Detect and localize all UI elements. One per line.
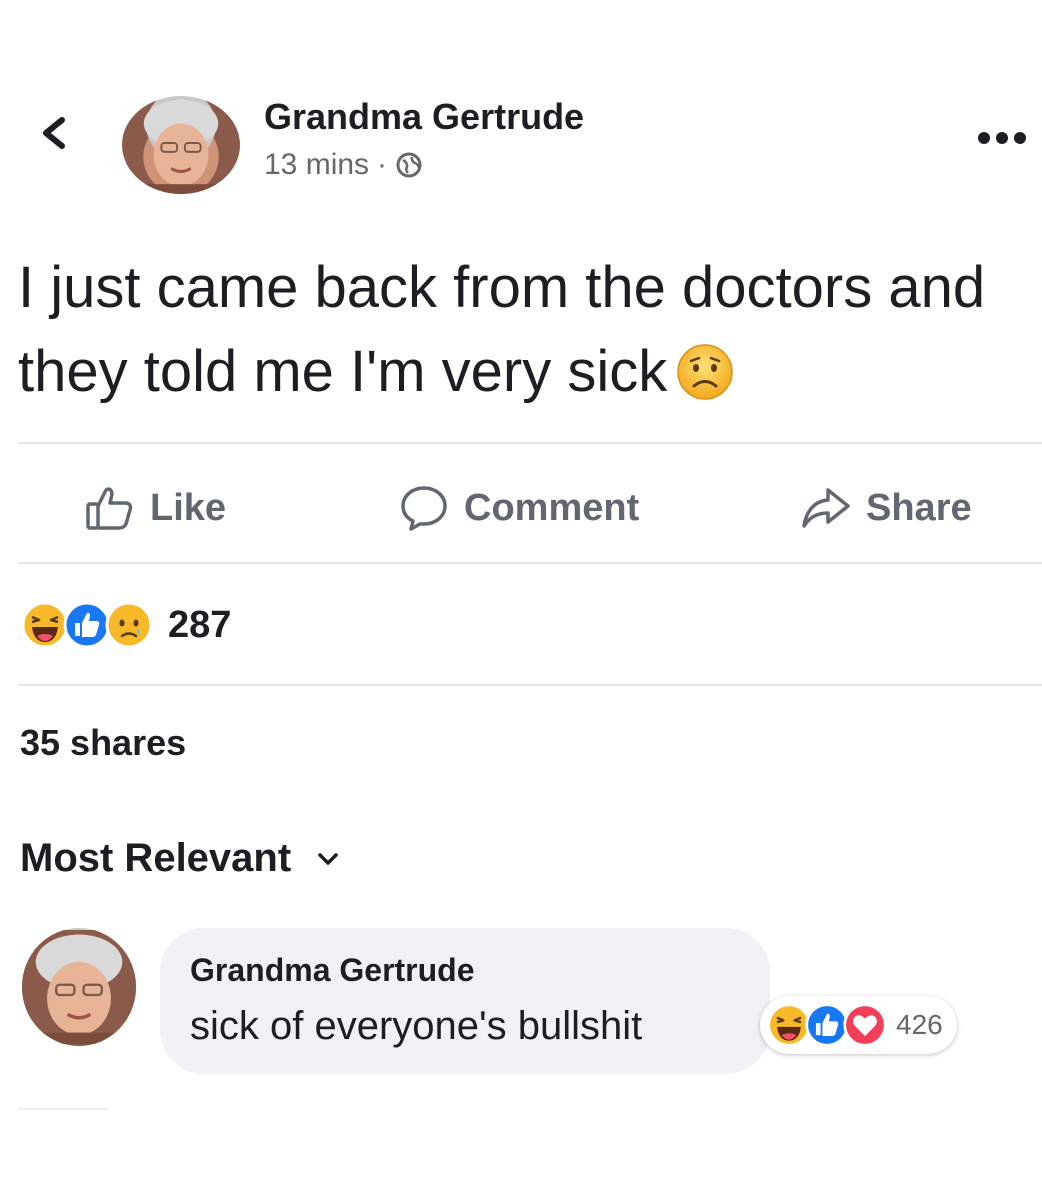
comment-bubble[interactable]	[160, 928, 770, 1074]
meta-separator: ·	[377, 148, 388, 181]
comment-author-name[interactable]: Grandma Gertrude	[190, 952, 475, 989]
sad-face-emoji	[677, 343, 733, 400]
back-button[interactable]	[34, 108, 74, 158]
globe-icon	[396, 152, 422, 178]
comment-label: Comment	[464, 486, 640, 529]
author-avatar[interactable]	[122, 96, 240, 194]
share-arrow-icon	[802, 488, 850, 528]
avatar-photo	[132, 99, 230, 194]
comments-sort-dropdown[interactable]: Most Relevant	[20, 836, 341, 881]
thumbs-up-icon	[86, 487, 133, 530]
reaction-count: 287	[168, 603, 232, 646]
share-label: Share	[866, 486, 972, 529]
divider	[18, 684, 1042, 686]
love-reaction-icon	[843, 1003, 887, 1047]
shares-count[interactable]: 35 shares	[20, 722, 186, 764]
chevron-down-icon	[318, 852, 338, 865]
divider	[18, 562, 1042, 564]
post-meta: 13 mins ·	[264, 148, 423, 182]
divider	[18, 442, 1042, 444]
comments-sort-label: Most Relevant	[20, 836, 292, 880]
post-body: I just came back from the doctors and th…	[18, 255, 986, 404]
comment-icon	[401, 486, 447, 531]
more-dots-icon	[978, 132, 1026, 144]
divider	[18, 1108, 108, 1110]
post-timestamp[interactable]: 13 mins	[264, 148, 369, 182]
post-author-name[interactable]: Grandma Gertrude	[264, 96, 584, 138]
avatar-photo	[22, 930, 136, 1044]
commenter-avatar[interactable]	[22, 928, 136, 1046]
share-button[interactable]: Share	[800, 478, 972, 538]
comment-reaction-count: 426	[896, 1009, 943, 1040]
sad-reaction-icon	[105, 601, 153, 649]
more-options-button[interactable]	[975, 118, 1029, 158]
chevron-left-icon	[43, 117, 65, 149]
comment-text: sick of everyone's bullshit	[190, 1004, 643, 1048]
like-label: Like	[150, 486, 227, 529]
comment-button[interactable]: Comment	[398, 478, 639, 538]
post-text: I just came back from the doctors and th…	[18, 246, 1028, 414]
reactions-summary[interactable]: 287	[20, 600, 231, 650]
comment-reactions[interactable]: 426	[760, 996, 957, 1054]
like-button[interactable]: Like	[84, 478, 226, 538]
